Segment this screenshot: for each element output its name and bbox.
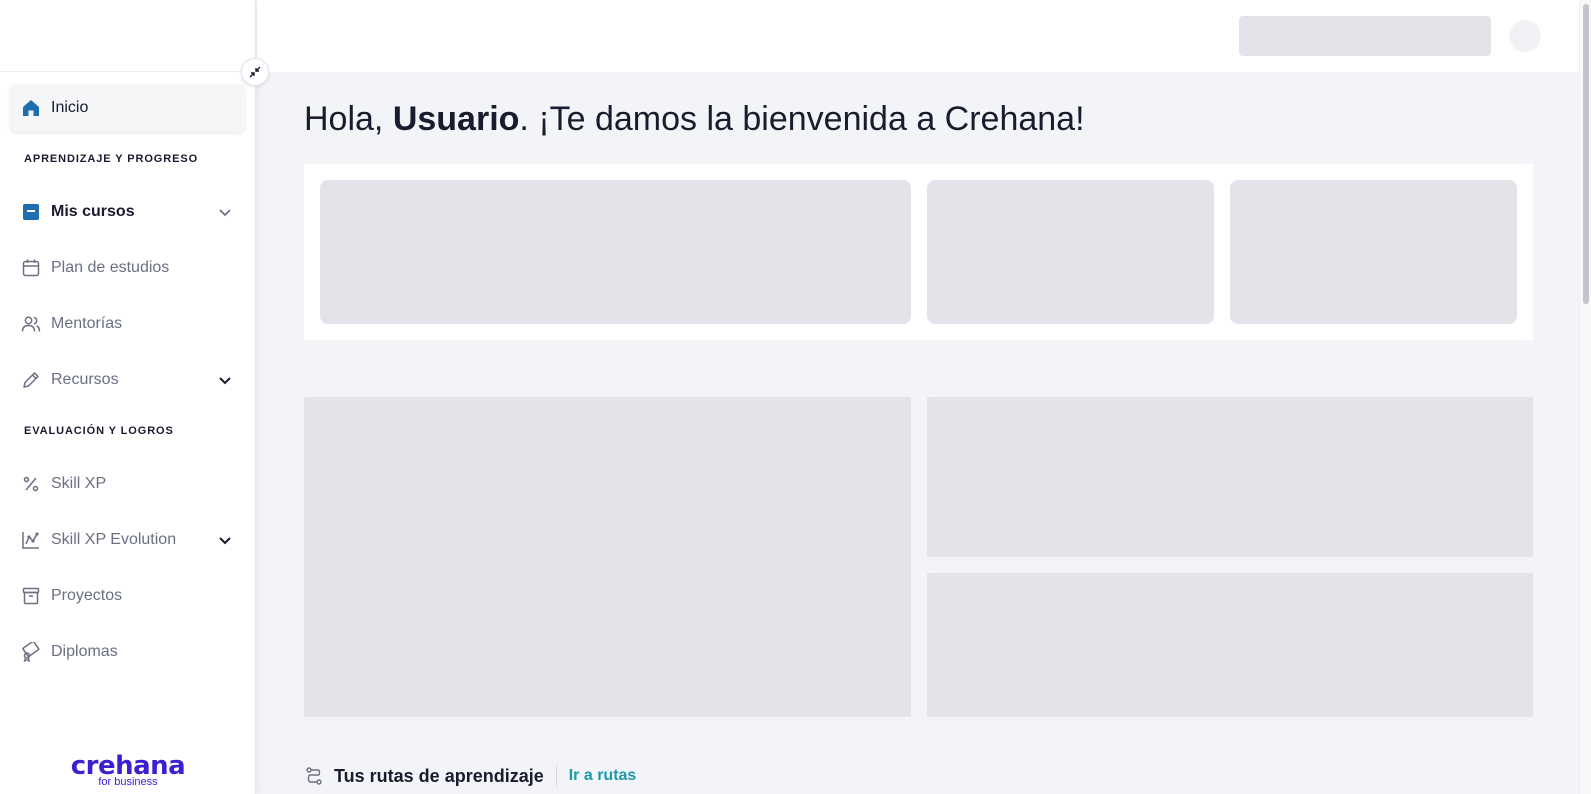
section-title-evaluacion: EVALUACIÓN Y LOGROS xyxy=(24,425,174,437)
collapse-icon xyxy=(249,66,261,78)
go-to-routes-link[interactable]: Ir a rutas xyxy=(569,767,637,785)
sidebar-item-recursos[interactable]: Recursos xyxy=(10,356,245,404)
user-name: Usuario xyxy=(392,100,520,138)
sidebar-item-skill-xp-evolution[interactable]: Skill XP Evolution xyxy=(10,516,245,564)
loading-card-skeleton xyxy=(1230,180,1517,324)
sidebar-item-label: Skill XP xyxy=(51,475,107,492)
pencil-icon xyxy=(21,370,41,390)
greeting-prefix: Hola, xyxy=(304,100,393,138)
sidebar-item-skill-xp[interactable]: Skill XP xyxy=(10,460,245,508)
loading-block-skeleton xyxy=(927,573,1533,717)
sidebar-item-plan-de-estudios[interactable]: Plan de estudios xyxy=(10,244,245,292)
chevron-down-icon[interactable] xyxy=(217,372,233,388)
sidebar-item-label: Skill XP Evolution xyxy=(51,531,177,548)
sidebar-item-inicio[interactable]: Inicio xyxy=(10,84,245,132)
sidebar-item-diplomas[interactable]: Diplomas xyxy=(10,628,245,676)
sidebar: Inicio APRENDIZAJE Y PROGRESO Mis cursos… xyxy=(0,0,256,794)
sidebar-item-mis-cursos[interactable]: Mis cursos xyxy=(10,188,245,236)
diploma-icon xyxy=(21,642,41,662)
calendar-icon xyxy=(21,258,41,278)
brand-logo[interactable]: crehana for business xyxy=(0,746,256,794)
loading-block-skeleton xyxy=(927,397,1533,557)
sidebar-item-label: Proyectos xyxy=(51,587,123,604)
people-icon xyxy=(21,314,41,334)
summary-panel xyxy=(304,164,1533,340)
chart-icon xyxy=(21,530,41,550)
scrollbar-thumb[interactable] xyxy=(1583,4,1589,304)
greeting-suffix: . ¡Te damos la bienvenida a Crehana! xyxy=(519,100,1085,138)
scrollbar[interactable] xyxy=(1579,0,1591,794)
sidebar-item-label: Plan de estudios xyxy=(51,259,170,276)
sidebar-item-label: Inicio xyxy=(51,99,89,116)
sidebar-item-mentorias[interactable]: Mentorías xyxy=(10,300,245,348)
avatar[interactable] xyxy=(1509,20,1541,52)
collapse-sidebar-button[interactable] xyxy=(241,58,269,86)
route-icon xyxy=(306,767,322,785)
divider xyxy=(555,765,557,787)
sidebar-item-proyectos[interactable]: Proyectos xyxy=(10,572,245,620)
home-icon xyxy=(21,98,41,118)
brand-tagline: for business xyxy=(98,775,158,788)
sidebar-header xyxy=(0,0,255,72)
sidebar-item-label: Recursos xyxy=(51,371,119,388)
loading-card-skeleton xyxy=(927,180,1214,324)
page-title: Hola, Usuario. ¡Te damos la bienvenida a… xyxy=(304,100,1085,139)
sidebar-item-label: Mis cursos xyxy=(51,203,135,220)
course-box-icon xyxy=(21,202,41,222)
sidebar-item-label: Diplomas xyxy=(51,643,118,660)
loading-block-skeleton xyxy=(304,397,911,717)
archive-icon xyxy=(21,586,41,606)
sidebar-item-label: Mentorías xyxy=(51,315,123,332)
chevron-down-icon[interactable] xyxy=(217,204,233,220)
loading-card-skeleton xyxy=(320,180,911,324)
top-bar xyxy=(257,0,1591,72)
section-title-aprendizaje: APRENDIZAJE Y PROGRESO xyxy=(24,153,199,165)
chevron-down-icon[interactable] xyxy=(217,532,233,548)
routes-title: Tus rutas de aprendizaje xyxy=(334,765,544,786)
percent-icon xyxy=(21,474,41,494)
learning-routes-header: Tus rutas de aprendizaje Ir a rutas xyxy=(304,762,636,790)
search-placeholder-skeleton xyxy=(1239,16,1491,56)
brand-name: crehana xyxy=(70,750,186,781)
